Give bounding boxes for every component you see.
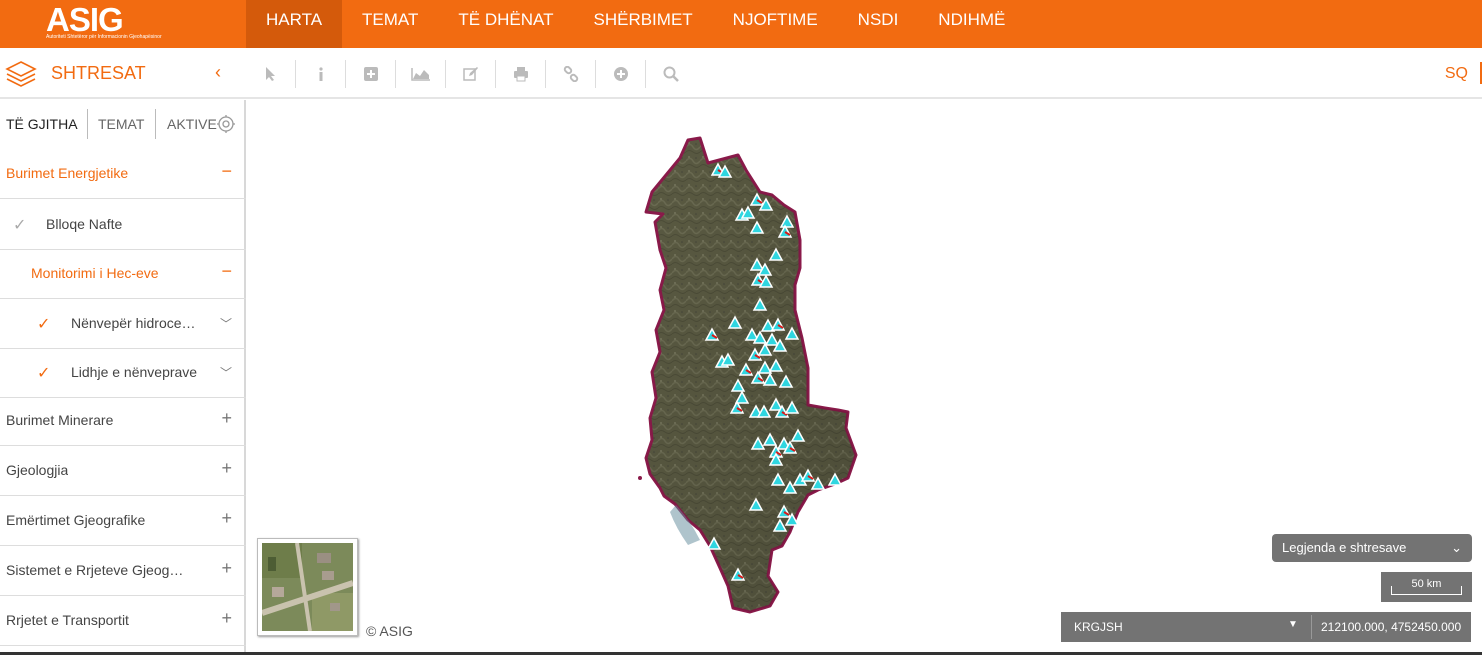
expand-icon[interactable]: + bbox=[221, 408, 232, 429]
group-gjeologjia[interactable]: Gjeologjia + bbox=[0, 446, 246, 496]
check-icon[interactable]: ✓ bbox=[13, 215, 26, 235]
nav-ndihme[interactable]: NDIHMË bbox=[918, 0, 1025, 48]
language-switch[interactable]: SQ bbox=[1445, 65, 1468, 83]
edit-tool[interactable] bbox=[446, 59, 496, 88]
chevron-left-icon[interactable]: ‹ bbox=[215, 62, 221, 83]
select-tool[interactable] bbox=[246, 59, 296, 88]
group-label: Sistemet e Rrjeteve Gjeografike bbox=[6, 562, 188, 578]
layers-sidebar: TË GJITHA TEMAT AKTIVE Burimet Energjeti… bbox=[0, 100, 246, 655]
group-rrjetet-transportit[interactable]: Rrjetet e Transportit + bbox=[0, 596, 246, 646]
nav-njoftime[interactable]: NJOFTIME bbox=[713, 0, 838, 48]
chevron-down-icon[interactable]: ﹀ bbox=[220, 315, 232, 332]
search-icon bbox=[663, 66, 679, 82]
profile-tool[interactable] bbox=[396, 59, 446, 88]
group-label: Monitorimi i Hec-eve bbox=[31, 265, 159, 281]
check-icon[interactable]: ✓ bbox=[37, 314, 50, 334]
zoom-in-tool[interactable] bbox=[596, 59, 646, 88]
expand-icon[interactable]: + bbox=[221, 458, 232, 479]
group-burimet-minerare[interactable]: Burimet Minerare + bbox=[0, 396, 246, 446]
layer-blloqe-nafte[interactable]: ✓ Blloqe Nafte bbox=[0, 200, 246, 250]
search-tool[interactable] bbox=[646, 60, 696, 88]
group-monitorimi-hec[interactable]: Monitorimi i Hec-eve − bbox=[0, 249, 246, 299]
layer-lidhje-nenveprave[interactable]: ✓ Lidhje e nënveprave ﹀ bbox=[0, 348, 246, 398]
toolbar: SHTRESAT ‹ SQ bbox=[0, 48, 1482, 99]
print-icon bbox=[513, 66, 528, 81]
info-icon bbox=[318, 66, 323, 81]
group-label: Burimet Minerare bbox=[6, 412, 114, 428]
check-icon[interactable]: ✓ bbox=[37, 363, 50, 383]
group-burimet-energjetike[interactable]: Burimet Energjetike − bbox=[0, 149, 246, 199]
coord-divider bbox=[1311, 615, 1312, 639]
layer-tabs: TË GJITHA TEMAT AKTIVE bbox=[0, 100, 246, 148]
pointer-icon bbox=[265, 66, 275, 81]
add-tool[interactable] bbox=[346, 59, 396, 88]
layers-icon bbox=[5, 61, 37, 87]
print-tool[interactable] bbox=[496, 59, 546, 88]
cursor-coordinates: 212100.000, 4752450.000 bbox=[1321, 620, 1462, 634]
layer-label: Blloqe Nafte bbox=[46, 216, 123, 232]
layers-panel-header: SHTRESAT ‹ bbox=[0, 48, 246, 99]
main-nav: HARTA TEMAT TË DHËNAT SHËRBIMET NJOFTIME… bbox=[246, 0, 1025, 48]
layer-nenveper-hidrocentrale[interactable]: ✓ Nënvepër hidrocentrale ﹀ bbox=[0, 299, 246, 349]
collapse-icon[interactable]: − bbox=[221, 261, 232, 282]
link-tool[interactable] bbox=[546, 59, 596, 88]
tab-all[interactable]: TË GJITHA bbox=[6, 109, 78, 139]
chevron-down-icon: ⌄ bbox=[1451, 540, 1462, 555]
nav-te-dhenat[interactable]: TË DHËNAT bbox=[438, 0, 573, 48]
nav-temat[interactable]: TEMAT bbox=[342, 0, 438, 48]
group-sistemet-rrjeteve[interactable]: Sistemet e Rrjeteve Gjeografike + bbox=[0, 546, 246, 596]
nav-sherbimet[interactable]: SHËRBIMET bbox=[573, 0, 712, 48]
settings-icon[interactable] bbox=[216, 114, 236, 134]
scale-line bbox=[1391, 586, 1462, 595]
group-label: Gjeologjia bbox=[6, 462, 69, 478]
map-copyright: © ASIG bbox=[366, 623, 413, 639]
group-label: Burimet Energjetike bbox=[6, 165, 129, 181]
expand-icon[interactable]: + bbox=[221, 558, 232, 579]
layer-label: Lidhje e nënveprave bbox=[71, 364, 198, 380]
plus-square-icon bbox=[363, 66, 378, 81]
plus-circle-icon bbox=[613, 66, 628, 81]
dropdown-arrow-icon[interactable]: ▼ bbox=[1288, 619, 1298, 630]
asig-logo[interactable]: ASIG Autoriteti Shtetëror për Informacio… bbox=[0, 0, 246, 48]
group-label: Emërtimet Gjeografike bbox=[6, 512, 146, 528]
basemap-switcher[interactable] bbox=[257, 538, 358, 636]
coordinate-bar: KRGJSH ▼ 212100.000, 4752450.000 bbox=[1061, 612, 1471, 642]
collapse-icon[interactable]: − bbox=[221, 161, 232, 182]
logo-subtitle: Autoriteti Shtetëror për Informacionin G… bbox=[46, 34, 162, 40]
map-tools bbox=[246, 48, 696, 99]
top-bar: ASIG Autoriteti Shtetëror për Informacio… bbox=[0, 0, 1482, 48]
tab-divider bbox=[87, 109, 88, 139]
layer-label: Nënvepër hidrocentrale bbox=[71, 315, 199, 331]
group-label: Rrjetet e Transportit bbox=[6, 612, 129, 628]
expand-icon[interactable]: + bbox=[221, 608, 232, 629]
nav-nsdi[interactable]: NSDI bbox=[838, 0, 919, 48]
basemap-thumbnail bbox=[262, 543, 353, 631]
tab-active[interactable]: AKTIVE bbox=[167, 109, 217, 139]
expand-icon[interactable]: + bbox=[221, 508, 232, 529]
chevron-down-icon[interactable]: ﹀ bbox=[220, 364, 232, 381]
scale-bar: 50 km bbox=[1381, 572, 1472, 602]
tab-themes[interactable]: TEMAT bbox=[98, 109, 144, 139]
crs-select-value[interactable]: KRGJSH bbox=[1074, 620, 1123, 634]
legend-toggle-button[interactable]: Legjenda e shtresave ⌄ bbox=[1272, 534, 1472, 562]
group-emertimet-gjeografike[interactable]: Emërtimet Gjeografike + bbox=[0, 496, 246, 546]
link-icon bbox=[563, 65, 578, 82]
panel-title: SHTRESAT bbox=[51, 63, 146, 83]
chart-icon bbox=[410, 67, 430, 81]
legend-label: Legjenda e shtresave bbox=[1282, 540, 1407, 555]
map-canvas[interactable]: © ASIG Legjenda e shtresave ⌄ 50 km KRGJ… bbox=[248, 100, 1482, 653]
albania-map[interactable] bbox=[248, 100, 1482, 653]
island-marker bbox=[638, 476, 642, 480]
nav-harta[interactable]: HARTA bbox=[246, 0, 343, 48]
tab-divider bbox=[155, 109, 156, 139]
edit-icon bbox=[462, 66, 478, 81]
info-tool[interactable] bbox=[296, 59, 346, 88]
